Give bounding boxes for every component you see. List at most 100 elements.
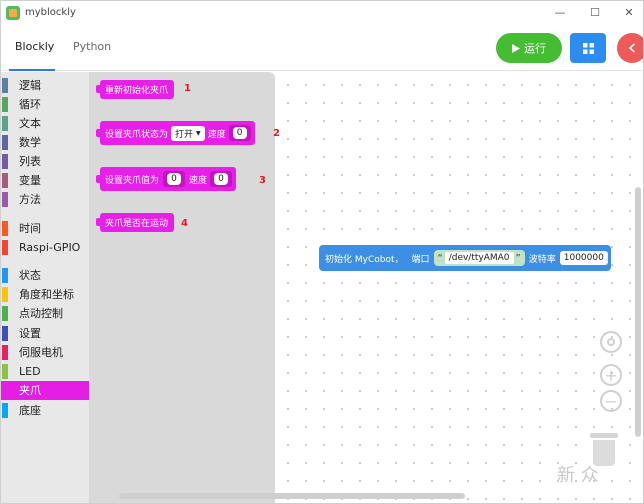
category-variables[interactable]: 变量 — [1, 171, 89, 190]
watermark: 新 众 — [557, 465, 599, 486]
recenter-button[interactable] — [600, 331, 622, 353]
play-icon — [512, 43, 520, 53]
category-time[interactable]: 时间 — [1, 219, 89, 238]
category-label: Raspi-GPIO — [19, 241, 81, 254]
category-jog-control[interactable]: 点动控制 — [1, 304, 89, 323]
category-color-bar — [2, 78, 8, 93]
category-label: 数学 — [19, 136, 41, 149]
minus-icon: − — [604, 391, 618, 411]
category-angles-coords[interactable]: 角度和坐标 — [1, 285, 89, 304]
port-label: 端口 — [411, 254, 430, 265]
zoom-in-button[interactable]: + — [600, 364, 622, 386]
category-base[interactable]: 底座 — [1, 401, 89, 420]
block-label: 夹爪是否在运动 — [105, 219, 169, 229]
category-label: 角度和坐标 — [19, 288, 74, 301]
category-label: 状态 — [19, 269, 41, 282]
baud-rate-input[interactable]: 1000000 — [559, 251, 608, 265]
category-toolbox: 逻辑 循环 文本 数学 列表 变量 方法 时间 Raspi-GPIO 状态 角度… — [1, 72, 89, 503]
zoom-out-button[interactable]: − — [600, 390, 622, 412]
app-window: myblockly — ☐ ✕ Blockly Python 运行 逻辑 循环 … — [0, 0, 644, 504]
speed-label: 速度 — [207, 129, 226, 140]
category-lists[interactable]: 列表 — [1, 152, 89, 171]
baud-label: 波特率 — [528, 254, 556, 265]
category-label: 设置 — [19, 327, 41, 340]
block-set-gripper-value[interactable]: 设置夹爪值为 0 速度 0 — [96, 167, 237, 191]
block-label: 设置夹爪状态为 — [105, 129, 169, 140]
app-logo-icon — [6, 6, 20, 20]
tab-python[interactable]: Python — [73, 40, 111, 53]
category-label: 底座 — [19, 404, 41, 417]
category-logic[interactable]: 逻辑 — [1, 76, 89, 95]
block-set-gripper-state[interactable]: 设置夹爪状态为 打开 ▼ 速度 0 — [96, 121, 255, 145]
category-label: 夹爪 — [19, 384, 41, 397]
trash-lid — [590, 433, 618, 438]
block-label: 设置夹爪值为 — [105, 175, 160, 186]
blockly-workspace[interactable] — [275, 72, 643, 503]
category-color-bar — [2, 383, 8, 398]
annotation-2: 2 — [273, 128, 280, 139]
category-functions[interactable]: 方法 — [1, 190, 89, 209]
category-text[interactable]: 文本 — [1, 114, 89, 133]
back-button[interactable] — [617, 33, 643, 63]
block-connector — [96, 85, 102, 93]
block-connector — [96, 218, 102, 226]
category-color-bar — [2, 173, 8, 188]
category-color-bar — [2, 97, 8, 112]
crosshair-icon — [607, 338, 615, 346]
category-color-bar — [2, 364, 8, 379]
block-gripper-is-moving[interactable]: 夹爪是否在运动 — [96, 213, 175, 232]
block-connector — [96, 129, 102, 137]
plus-icon: + — [604, 365, 618, 385]
speed-socket: 0 — [228, 125, 251, 141]
category-color-bar — [2, 403, 8, 418]
header: Blockly Python 运行 — [1, 27, 643, 71]
category-label: 伺服电机 — [19, 346, 63, 359]
category-label: 时间 — [19, 222, 41, 235]
chevron-left-icon — [628, 43, 636, 53]
gripper-value-input[interactable]: 0 — [167, 173, 182, 185]
run-button[interactable]: 运行 — [496, 33, 562, 63]
category-color-bar — [2, 287, 8, 302]
category-color-bar — [2, 268, 8, 283]
speed-input[interactable]: 0 — [214, 173, 229, 185]
annotation-4: 4 — [181, 218, 188, 229]
category-label: 列表 — [19, 155, 41, 168]
category-status[interactable]: 状态 — [1, 266, 89, 285]
speed-label: 速度 — [189, 175, 208, 186]
category-gripper[interactable]: 夹爪 — [1, 381, 89, 400]
category-loops[interactable]: 循环 — [1, 95, 89, 114]
category-label: 变量 — [19, 174, 41, 187]
category-settings[interactable]: 设置 — [1, 324, 89, 343]
close-window-button[interactable]: ✕ — [618, 4, 640, 22]
horizontal-scrollbar[interactable] — [119, 493, 465, 499]
block-init-mycobot[interactable]: 初始化 MyCobot， 端口 “ /dev/ttyAMA0 ” 波特率 100… — [319, 245, 611, 271]
vertical-scrollbar[interactable] — [635, 187, 641, 437]
minimize-button[interactable]: — — [549, 4, 571, 22]
annotation-3: 3 — [259, 175, 266, 186]
tab-blockly[interactable]: Blockly — [15, 40, 54, 53]
close-quote: ” — [515, 252, 521, 264]
block-connector — [96, 175, 102, 183]
maximize-button[interactable]: ☐ — [584, 4, 606, 22]
category-servo[interactable]: 伺服电机 — [1, 343, 89, 362]
port-input[interactable]: /dev/ttyAMA0 — [444, 252, 514, 264]
category-color-bar — [2, 306, 8, 321]
category-label: 点动控制 — [19, 307, 63, 320]
category-math[interactable]: 数学 — [1, 133, 89, 152]
run-button-label: 运行 — [524, 42, 546, 55]
category-label: 逻辑 — [19, 79, 41, 92]
category-label: 方法 — [19, 193, 41, 206]
value-socket: 0 — [163, 171, 186, 187]
block-reinit-gripper[interactable]: 重新初始化夹爪 — [96, 80, 175, 99]
category-label: 循环 — [19, 98, 41, 111]
active-tab-indicator — [9, 69, 55, 71]
port-string-socket: “ /dev/ttyAMA0 ” — [433, 250, 525, 266]
speed-input[interactable]: 0 — [232, 127, 247, 139]
grid-view-button[interactable] — [570, 33, 606, 63]
dropdown-value: 打开 — [175, 129, 194, 140]
category-led[interactable]: LED — [1, 362, 89, 381]
category-raspi-gpio[interactable]: Raspi-GPIO — [1, 238, 89, 257]
category-color-bar — [2, 326, 8, 341]
category-color-bar — [2, 135, 8, 150]
gripper-state-dropdown[interactable]: 打开 ▼ — [171, 125, 205, 141]
